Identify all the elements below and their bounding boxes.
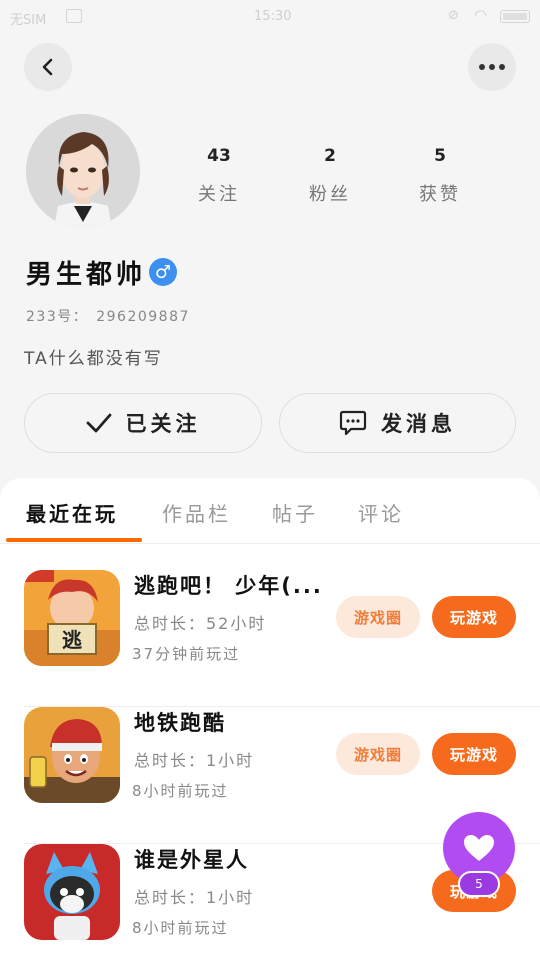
game-circle-button[interactable]: 游戏圈 bbox=[336, 733, 420, 775]
followers-label: 粉丝 bbox=[309, 184, 351, 205]
user-id-value: 296209887 bbox=[96, 309, 190, 325]
username: 男生都帅 bbox=[26, 260, 147, 290]
game-title: 谁是外星人 bbox=[134, 848, 249, 872]
more-button[interactable] bbox=[468, 43, 516, 91]
male-gender-icon: ♂ bbox=[149, 258, 177, 286]
sim-icon bbox=[66, 9, 82, 23]
game-icon bbox=[24, 707, 120, 803]
avatar[interactable] bbox=[26, 114, 140, 228]
game-total-duration: 总时长：1小时 bbox=[134, 888, 255, 907]
carrier-text: 无SIM bbox=[10, 13, 47, 28]
tab-recently-played[interactable]: 最近在玩 bbox=[26, 498, 118, 527]
heart-icon bbox=[464, 835, 494, 861]
battery-icon bbox=[500, 10, 530, 23]
game-circle-button[interactable]: 游戏圈 bbox=[336, 596, 420, 638]
play-game-button[interactable]: 玩游戏 bbox=[432, 733, 516, 775]
play-game-button[interactable]: 玩游戏 bbox=[432, 596, 516, 638]
game-total-duration: 总时长：1小时 bbox=[134, 751, 255, 770]
chevron-left-icon bbox=[42, 58, 53, 76]
game-last-played: 37分钟前玩过 bbox=[132, 645, 241, 663]
clock-text: 15:30 bbox=[254, 9, 292, 24]
like-count-badge: 5 bbox=[458, 871, 500, 897]
mute-icon: ⊘ bbox=[448, 8, 459, 23]
likes-count: 5 bbox=[434, 146, 446, 166]
likes-label: 获赞 bbox=[419, 184, 461, 205]
game-last-played: 8小时前玩过 bbox=[132, 919, 229, 937]
game-title: 地铁跑酷 bbox=[134, 711, 226, 735]
tab-bar: 最近在玩 作品栏 帖子 评论 bbox=[0, 478, 540, 544]
game-last-played: 8小时前玩过 bbox=[132, 782, 229, 800]
game-title: 逃跑吧！ 少年(... bbox=[134, 574, 323, 598]
wifi-icon: ◠ bbox=[474, 6, 488, 24]
tab-posts[interactable]: 帖子 bbox=[272, 498, 318, 527]
game-total-duration: 总时长：52小时 bbox=[134, 614, 267, 633]
active-tab-indicator bbox=[6, 538, 142, 542]
stat-likes[interactable]: 5 获赞 bbox=[400, 146, 480, 206]
user-bio: TA什么都没有写 bbox=[24, 349, 163, 369]
chat-bubble-icon bbox=[339, 410, 367, 436]
tab-comments[interactable]: 评论 bbox=[358, 498, 404, 527]
user-id: 233号： 296209887 bbox=[26, 306, 198, 326]
avatar-image bbox=[26, 114, 140, 228]
user-id-label: 233号： bbox=[26, 309, 89, 325]
followers-count: 2 bbox=[324, 146, 336, 166]
send-message-button[interactable]: 发消息 bbox=[279, 393, 516, 453]
followed-button-label: 已关注 bbox=[125, 412, 201, 436]
tab-works[interactable]: 作品栏 bbox=[162, 498, 231, 527]
back-button[interactable] bbox=[24, 43, 72, 91]
following-label: 关注 bbox=[198, 184, 240, 205]
send-message-label: 发消息 bbox=[381, 412, 456, 436]
game-row[interactable]: 逃 逃跑吧！ 少年(... 总时长：52小时 37分钟前玩过 游戏圈 玩游戏 bbox=[24, 570, 540, 707]
stat-following[interactable]: 43 关注 bbox=[179, 146, 259, 206]
more-dots-icon bbox=[479, 64, 505, 70]
game-icon bbox=[24, 844, 120, 940]
following-count: 43 bbox=[207, 146, 231, 166]
followed-button[interactable]: 已关注 bbox=[24, 393, 262, 453]
game-icon: 逃 bbox=[24, 570, 120, 666]
check-icon bbox=[86, 413, 111, 433]
status-bar: 无SIM 15:30 ⊘ ◠ bbox=[0, 0, 540, 34]
stat-followers[interactable]: 2 粉丝 bbox=[290, 146, 370, 206]
svg-text:逃: 逃 bbox=[62, 628, 83, 652]
